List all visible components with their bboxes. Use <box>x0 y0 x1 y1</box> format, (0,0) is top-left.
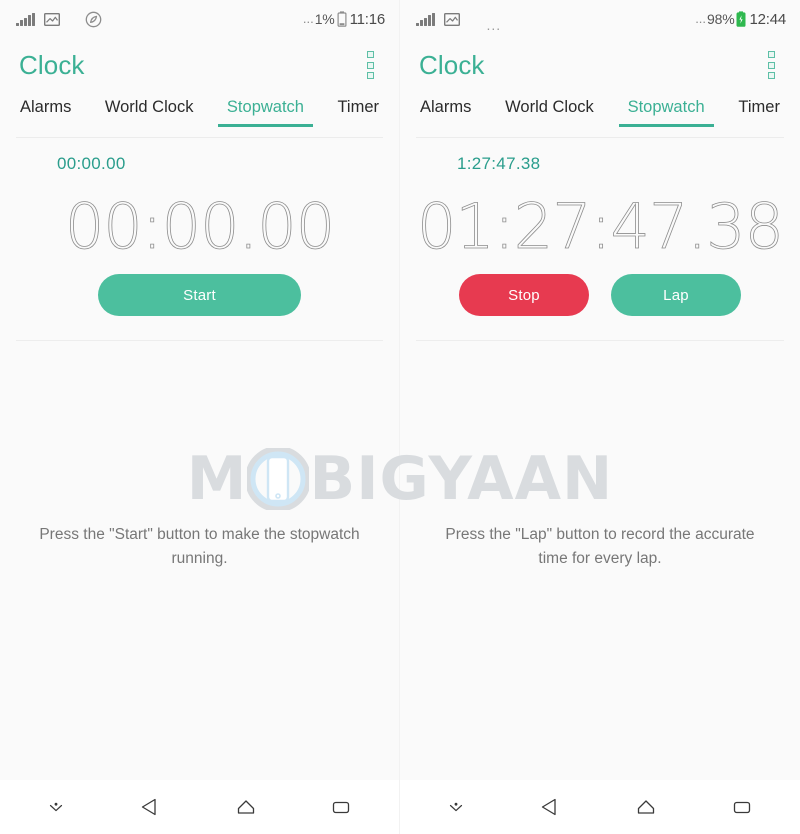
app-bar: Clock <box>400 38 800 92</box>
stopwatch-button-row: Stop Lap <box>400 274 800 340</box>
overflow-dot-2 <box>768 61 775 69</box>
home-button[interactable] <box>198 780 294 834</box>
tab-world-clock[interactable]: World Clock <box>503 92 596 127</box>
stopwatch-hint-text: Press the "Lap" button to record the acc… <box>445 526 755 567</box>
battery-percent-label: 98% <box>707 11 735 27</box>
hide-navbar-button[interactable] <box>10 780 102 834</box>
back-icon <box>541 798 556 816</box>
hide-navbar-icon <box>49 802 63 812</box>
battery-percent-label: 1% <box>314 11 335 27</box>
overflow-dot-1 <box>367 51 374 58</box>
status-overflow-dots: ... <box>302 10 314 26</box>
stopwatch-panel: 1:27:47.38 01:27:47.38 Stop Lap <box>400 138 800 340</box>
recents-button[interactable] <box>293 780 389 834</box>
back-icon <box>141 798 156 816</box>
stopwatch-big-time: 00:00.00 <box>64 190 335 264</box>
system-navigation-bar <box>400 780 800 834</box>
tab-stopwatch[interactable]: Stopwatch <box>618 92 714 127</box>
phone-screen-right: ... ... 98% 12:44 Clock Alarms World Clo… <box>400 0 800 834</box>
lap-button[interactable]: Lap <box>611 274 741 316</box>
overflow-dot-3 <box>367 72 374 79</box>
page-title: Clock <box>419 49 485 80</box>
tab-alarms[interactable]: Alarms <box>18 92 73 127</box>
phone-screen-left: ... 1% 11:16 Clock Alarms World Clock St… <box>0 0 400 834</box>
stopwatch-hint-text: Press the "Start" button to make the sto… <box>39 526 360 567</box>
overflow-dot-1 <box>768 51 775 58</box>
overflow-menu-icon[interactable] <box>765 47 778 83</box>
tab-world-clock[interactable]: World Clock <box>103 92 196 127</box>
system-navigation-bar <box>0 780 399 834</box>
tab-timer[interactable]: Timer <box>736 92 782 127</box>
stopwatch-small-time: 00:00.00 <box>57 154 126 173</box>
overflow-dot-3 <box>768 72 775 79</box>
stopwatch-body: Press the "Start" button to make the sto… <box>0 341 399 780</box>
hide-navbar-button[interactable] <box>410 780 502 834</box>
stopwatch-panel: 00:00.00 00:00.00 Start <box>0 138 399 340</box>
stopwatch-big-time: 01:27:47.38 <box>416 190 785 264</box>
recents-icon <box>733 801 751 814</box>
hide-navbar-icon <box>449 802 463 812</box>
tab-bar: Alarms World Clock Stopwatch Timer <box>400 92 800 138</box>
back-button[interactable] <box>102 780 198 834</box>
dual-screenshot-container: ... 1% 11:16 Clock Alarms World Clock St… <box>0 0 800 834</box>
battery-low-icon <box>337 11 347 27</box>
recents-button[interactable] <box>694 780 790 834</box>
compass-icon <box>85 11 102 28</box>
page-title: Clock <box>19 49 85 80</box>
back-button[interactable] <box>502 780 598 834</box>
status-bar-left-icons <box>16 11 102 28</box>
signal-bars-icon <box>416 12 435 26</box>
overflow-dot-2 <box>367 61 374 69</box>
tab-alarms[interactable]: Alarms <box>418 92 473 127</box>
home-button[interactable] <box>598 780 694 834</box>
status-bar-right: ... 98% 12:44 <box>695 11 786 28</box>
home-icon <box>637 800 655 814</box>
status-overflow-dots: ... <box>695 10 707 26</box>
tab-bar: Alarms World Clock Stopwatch Timer <box>0 92 399 138</box>
status-clock: 11:16 <box>349 10 386 28</box>
status-bar-right: ... 1% 11:16 <box>303 11 385 28</box>
stop-button[interactable]: Stop <box>459 274 589 316</box>
home-icon <box>237 800 254 814</box>
stopwatch-button-row: Start <box>0 274 399 340</box>
more-dots-icon: ... <box>486 17 502 33</box>
start-button[interactable]: Start <box>98 274 301 316</box>
gallery-icon <box>43 12 60 26</box>
status-bar: ... ... 98% 12:44 <box>400 0 800 38</box>
status-bar-left-icons: ... <box>416 11 501 33</box>
stopwatch-body: Press the "Lap" button to record the acc… <box>400 341 800 780</box>
gallery-icon <box>443 12 460 26</box>
battery-full-icon <box>736 11 746 27</box>
stopwatch-small-time: 1:27:47.38 <box>457 154 541 173</box>
app-bar: Clock <box>0 38 399 92</box>
status-clock: 12:44 <box>749 10 786 28</box>
tab-timer[interactable]: Timer <box>335 92 381 127</box>
tab-stopwatch[interactable]: Stopwatch <box>217 92 314 127</box>
overflow-menu-icon[interactable] <box>364 47 377 83</box>
signal-bars-icon <box>16 12 35 26</box>
recents-icon <box>333 801 350 814</box>
status-bar: ... 1% 11:16 <box>0 0 399 38</box>
